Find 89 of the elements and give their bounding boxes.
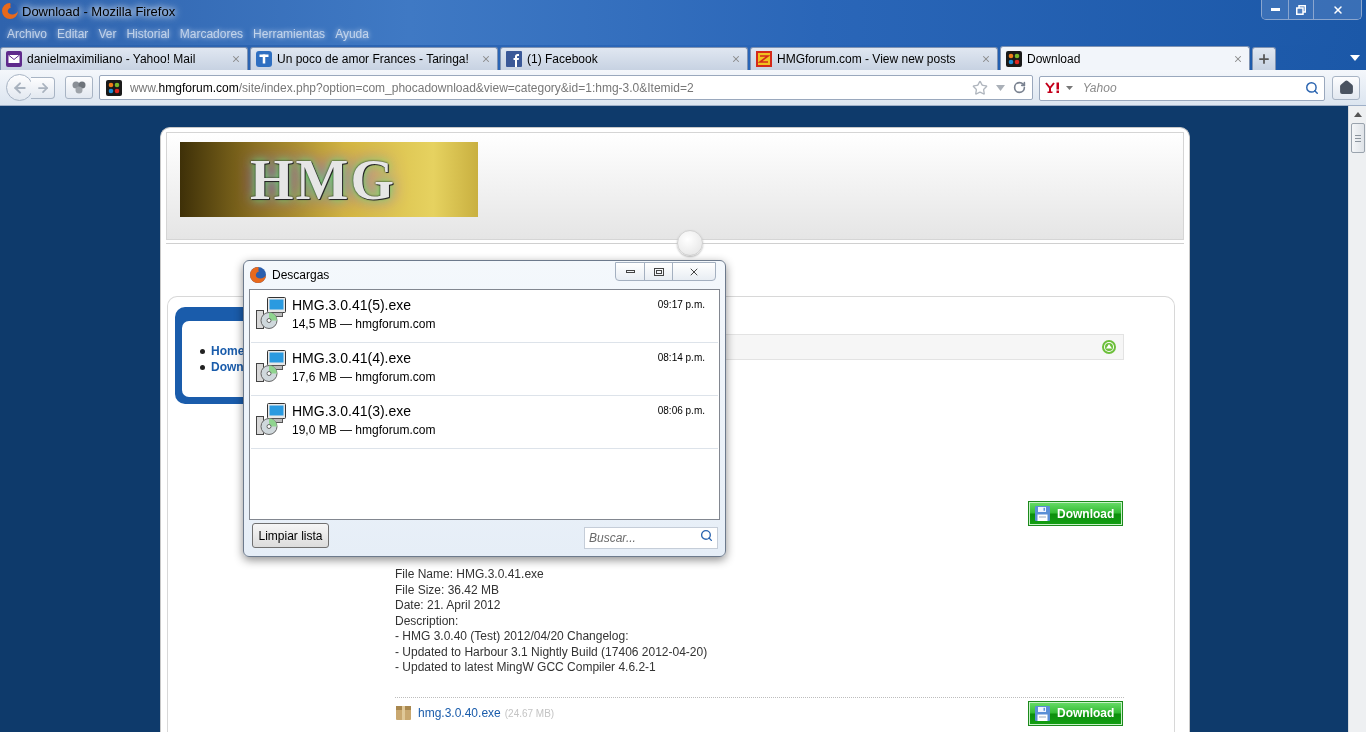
- close-icon: [1331, 3, 1344, 16]
- tab-close-icon[interactable]: [731, 54, 741, 64]
- search-field[interactable]: Buscar...: [584, 527, 718, 549]
- close-button[interactable]: [1313, 0, 1361, 19]
- package-icon: [396, 706, 411, 720]
- circles-icon: [71, 81, 86, 94]
- plus-icon: [1257, 52, 1271, 66]
- menu-link[interactable]: Home: [211, 342, 245, 360]
- file-name-text: HMG.3.0.41(3).exe: [292, 402, 412, 420]
- menu-item[interactable]: Ver: [93, 25, 122, 43]
- envelope-icon: [6, 51, 22, 67]
- file-info-text: 19,0 MB — hmgforum.com: [292, 423, 436, 438]
- tab-close-icon[interactable]: [231, 54, 241, 64]
- computer-cd-icon: [256, 297, 286, 329]
- maximize-icon: [653, 267, 664, 276]
- file-detail-text: - Updated to latest MingW GCC Compiler 4.6.2-1: [395, 660, 656, 676]
- bullet-icon: [200, 364, 205, 370]
- download-time-text: 08:06 p.m.: [657, 404, 705, 418]
- file-info-text: 17,6 MB — hmgforum.com: [292, 370, 436, 385]
- search-icon[interactable]: [1305, 81, 1320, 95]
- bookmark-star-icon[interactable]: [971, 79, 988, 96]
- file-detail-text: - Updated to Harbour 3.1 Nightly Build (17406 2012-04-20): [395, 644, 708, 660]
- download-item[interactable]: HMG.3.0.41(4).exe 08:14 p.m. 17,6 MB — hmgforum.com: [251, 343, 718, 396]
- computer-cd-icon: [256, 350, 286, 382]
- menu-item[interactable]: Marcadores: [174, 25, 249, 43]
- window-title: Download - Mozilla Firefox: [22, 3, 176, 19]
- app-logo-icon: [250, 267, 266, 283]
- browser-tab[interactable]: Un poco de amor Frances - Taringa!: [250, 47, 498, 70]
- f-square-icon: [506, 51, 522, 67]
- menu-item[interactable]: Historial: [121, 25, 175, 43]
- tab-close-icon[interactable]: [981, 54, 991, 64]
- download-item[interactable]: HMG.3.0.41(3).exe 08:06 p.m. 19,0 MB — hmgforum.com: [251, 396, 718, 449]
- menu-item[interactable]: Editar: [52, 25, 94, 43]
- browser-tab[interactable]: Download: [1000, 46, 1250, 70]
- download-button[interactable]: Download: [1028, 501, 1123, 526]
- tab-close-icon[interactable]: [481, 54, 491, 64]
- tab-close-icon[interactable]: [1233, 53, 1243, 64]
- vertical-scrollbar[interactable]: [1348, 106, 1366, 732]
- file-name-text: HMG.3.0.41(5).exe: [292, 296, 412, 314]
- toolbar-button[interactable]: [65, 76, 93, 99]
- file-link[interactable]: hmg.3.0.40.exe: [418, 704, 501, 722]
- new-tab-button[interactable]: [1252, 47, 1276, 70]
- restore-button[interactable]: [1288, 0, 1313, 19]
- scroll-up-icon[interactable]: [1353, 112, 1362, 117]
- menu-link[interactable]: Down: [211, 358, 244, 376]
- file-detail-text: File Name: HMG.3.0.41.exe: [395, 567, 544, 583]
- file-detail-text: Description:: [395, 613, 459, 629]
- file-info-text: 14,5 MB — hmgforum.com: [292, 317, 436, 332]
- download-time-text: 09:17 p.m.: [657, 298, 705, 312]
- engine-caret-icon[interactable]: [1065, 86, 1073, 90]
- browser-tab[interactable]: danielmaximiliano - Yahoo! Mail: [0, 47, 248, 70]
- t-square-icon: [256, 51, 272, 67]
- site-logo: HMG: [180, 142, 478, 217]
- file-detail-text: Date: 21. April 2012: [395, 598, 501, 614]
- search-engine-icon[interactable]: [1044, 82, 1062, 93]
- download-item[interactable]: HMG.3.0.41(5).exe 09:17 p.m. 14,5 MB — hmgforum.com: [251, 290, 718, 343]
- minimize-icon: [625, 270, 635, 273]
- computer-cd-icon: [256, 403, 286, 435]
- forward-arrow-icon: [35, 80, 50, 95]
- home-button[interactable]: [1332, 75, 1360, 100]
- bullet-icon: [200, 348, 205, 354]
- dots-square-icon: [105, 79, 122, 96]
- download-time-text: 08:14 p.m.: [657, 351, 705, 365]
- restore-icon: [1296, 4, 1306, 15]
- browser-tab[interactable]: HMGforum.com - View new posts: [750, 47, 998, 70]
- file-detail-text: File Size: 36.42 MB: [395, 582, 500, 598]
- tab-list-caret-icon[interactable]: [1350, 55, 1360, 61]
- search-icon[interactable]: [700, 529, 713, 542]
- menu-item[interactable]: Archivo: [2, 25, 52, 43]
- file-size-text: (24.67 MB): [504, 706, 555, 721]
- browser-tab[interactable]: (1) Facebook: [500, 47, 748, 70]
- zigzag-square-icon: [756, 51, 772, 67]
- forward-button[interactable]: [31, 76, 55, 99]
- home-icon: [1338, 80, 1354, 95]
- address-field[interactable]: www.hmgforum.com/site/index.php?option=com_phocadownload&view=category&id=1:hmg-3.0&Itemid=2: [98, 75, 1033, 100]
- scrollbar-thumb[interactable]: [1350, 123, 1365, 153]
- url-text: www.hmgforum.com/site/index.php?option=com_phocadownload&view=category&id=1:hmg-3.0&Itemid=2: [129, 79, 695, 97]
- reload-icon[interactable]: [1012, 81, 1026, 94]
- back-button[interactable]: [6, 74, 33, 101]
- dialog-title: Descargas: [272, 267, 330, 284]
- file-name-text: HMG.3.0.41(4).exe: [292, 349, 412, 367]
- minimize-icon: [1270, 8, 1280, 11]
- minimize-button[interactable]: [1262, 0, 1288, 19]
- file-detail-text: - HMG 3.0.40 (Test) 2012/04/20 Changelog:: [395, 629, 629, 645]
- dropdown-caret-icon[interactable]: [995, 84, 1005, 91]
- clear-list-button[interactable]: Limpiar lista: [252, 523, 329, 548]
- search-bar[interactable]: Yahoo: [1038, 75, 1326, 101]
- dots-square-icon: [1006, 50, 1022, 67]
- up-arrow-circle-icon[interactable]: [1102, 340, 1116, 354]
